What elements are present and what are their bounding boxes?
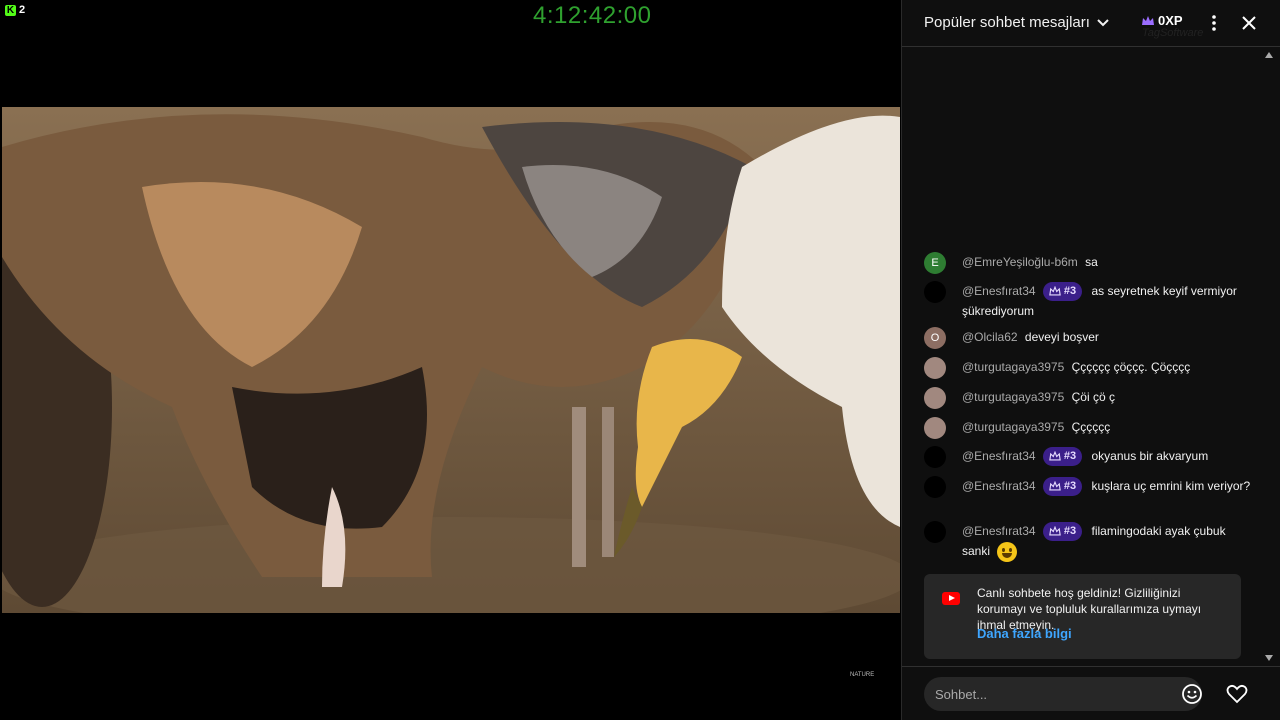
youtube-icon [942,592,960,605]
welcome-notice: Canlı sohbete hoş geldiniz! Gizliliğiniz… [924,574,1241,659]
author-name[interactable]: @Enesfırat34 [962,449,1036,463]
video-player[interactable]: K 2 4:12:42:00 NATURE [0,0,900,720]
stream-timer: 4:12:42:00 [533,2,652,29]
author-name[interactable]: @Enesfırat34 [962,284,1036,298]
message-text: Çççççç çöççç. Çöçççç [1071,360,1191,374]
more-vert-icon [1212,15,1216,31]
scroll-down-arrow-icon[interactable] [1265,655,1273,661]
avatar: O [924,327,946,349]
message-text: kuşlara uç emrini kim veriyor? [1091,479,1251,493]
smiley-icon [1182,684,1202,704]
chat-message: @turgutagaya3975 Çççççç [924,417,1254,439]
avatar [924,521,946,543]
crown-icon [1049,451,1061,461]
message-text: Çöi çö ç [1071,390,1115,404]
chat-message: @Enesfırat34 #3 filamingodaki ayak çubuk… [924,521,1254,563]
chat-header: Popüler sohbet mesajları 0XP TagSoftware [902,0,1280,47]
heart-icon [1226,684,1248,704]
avatar [924,476,946,498]
more-options-button[interactable] [1204,12,1224,34]
avatar [924,357,946,379]
chat-message: O @Olcila62 deveyi boşver [924,327,1254,349]
xp-label: 0XP [1158,13,1183,28]
author-name[interactable]: @turgutagaya3975 [962,360,1064,374]
screen: K 2 4:12:42:00 NATURE Popüler sohbet mes… [0,0,1280,720]
author-name[interactable]: @Enesfırat34 [962,524,1036,538]
chat-message: @Enesfırat34 #3 kuşlara uç emrini kim ve… [924,476,1254,498]
live-chat-panel: Popüler sohbet mesajları 0XP TagSoftware [901,0,1280,720]
rank-badge: #3 [1042,477,1083,497]
close-icon [1242,16,1256,30]
rank-badge: #3 [1042,282,1083,302]
vultures-scene-image [2,107,900,613]
chat-input-row [902,666,1280,720]
tag-overlay: TagSoftware [1142,27,1204,39]
video-frame[interactable] [2,107,900,613]
rank-badge: #3 [1042,447,1083,467]
chat-mode-dropdown[interactable]: Popüler sohbet mesajları [924,14,1110,31]
crown-icon [1142,15,1154,25]
chat-message: @turgutagaya3975 Çöi çö ç [924,387,1254,409]
avatar [924,417,946,439]
avatar [924,387,946,409]
xp-badge[interactable]: 0XP [1141,13,1183,28]
message-text: okyanus bir akvaryum [1091,449,1209,463]
author-name[interactable]: @Enesfırat34 [962,479,1036,493]
message-text: sa [1085,255,1098,269]
heart-reaction-button[interactable] [1225,682,1249,706]
chat-messages[interactable]: E @EmreYeşiloğlu-b6m sa @Enesfırat34 #3 … [902,48,1280,665]
chat-message: @turgutagaya3975 Çççççç çöççç. Çöçççç [924,357,1254,379]
rank-badge: #3 [1042,522,1083,542]
viewer-count: 2 [19,4,26,16]
chat-input[interactable] [924,677,1202,711]
chat-message: E @EmreYeşiloğlu-b6m sa [924,252,1254,274]
author-name[interactable]: @turgutagaya3975 [962,390,1064,404]
kick-logo-icon: K [5,4,16,16]
channel-watermark: NATURE [850,672,875,678]
avatar: E [924,252,946,274]
avatar [924,281,946,303]
scroll-up-arrow-icon[interactable] [1265,52,1273,58]
close-chat-button[interactable] [1238,12,1260,34]
author-name[interactable]: @EmreYeşiloğlu-b6m [962,255,1078,269]
learn-more-link[interactable]: Daha fazla bilgi [977,626,1072,641]
chat-message: @Enesfırat34 #3 as seyretnek keyif vermi… [924,281,1254,321]
grinning-face-emoji-icon [997,542,1018,563]
viewer-badge: K 2 [5,4,25,16]
crown-icon [1049,481,1061,491]
author-name[interactable]: @Olcila62 [962,330,1018,344]
chat-title: Popüler sohbet mesajları [924,14,1090,31]
crown-icon [1049,526,1061,536]
chat-message: @Enesfırat34 #3 okyanus bir akvaryum [924,446,1254,468]
author-name[interactable]: @turgutagaya3975 [962,420,1064,434]
message-text: Çççççç [1071,420,1111,434]
message-text: deveyi boşver [1024,330,1099,344]
emoji-picker-button[interactable] [1181,683,1203,705]
chevron-down-icon [1097,18,1109,26]
avatar [924,446,946,468]
crown-icon [1049,286,1061,296]
